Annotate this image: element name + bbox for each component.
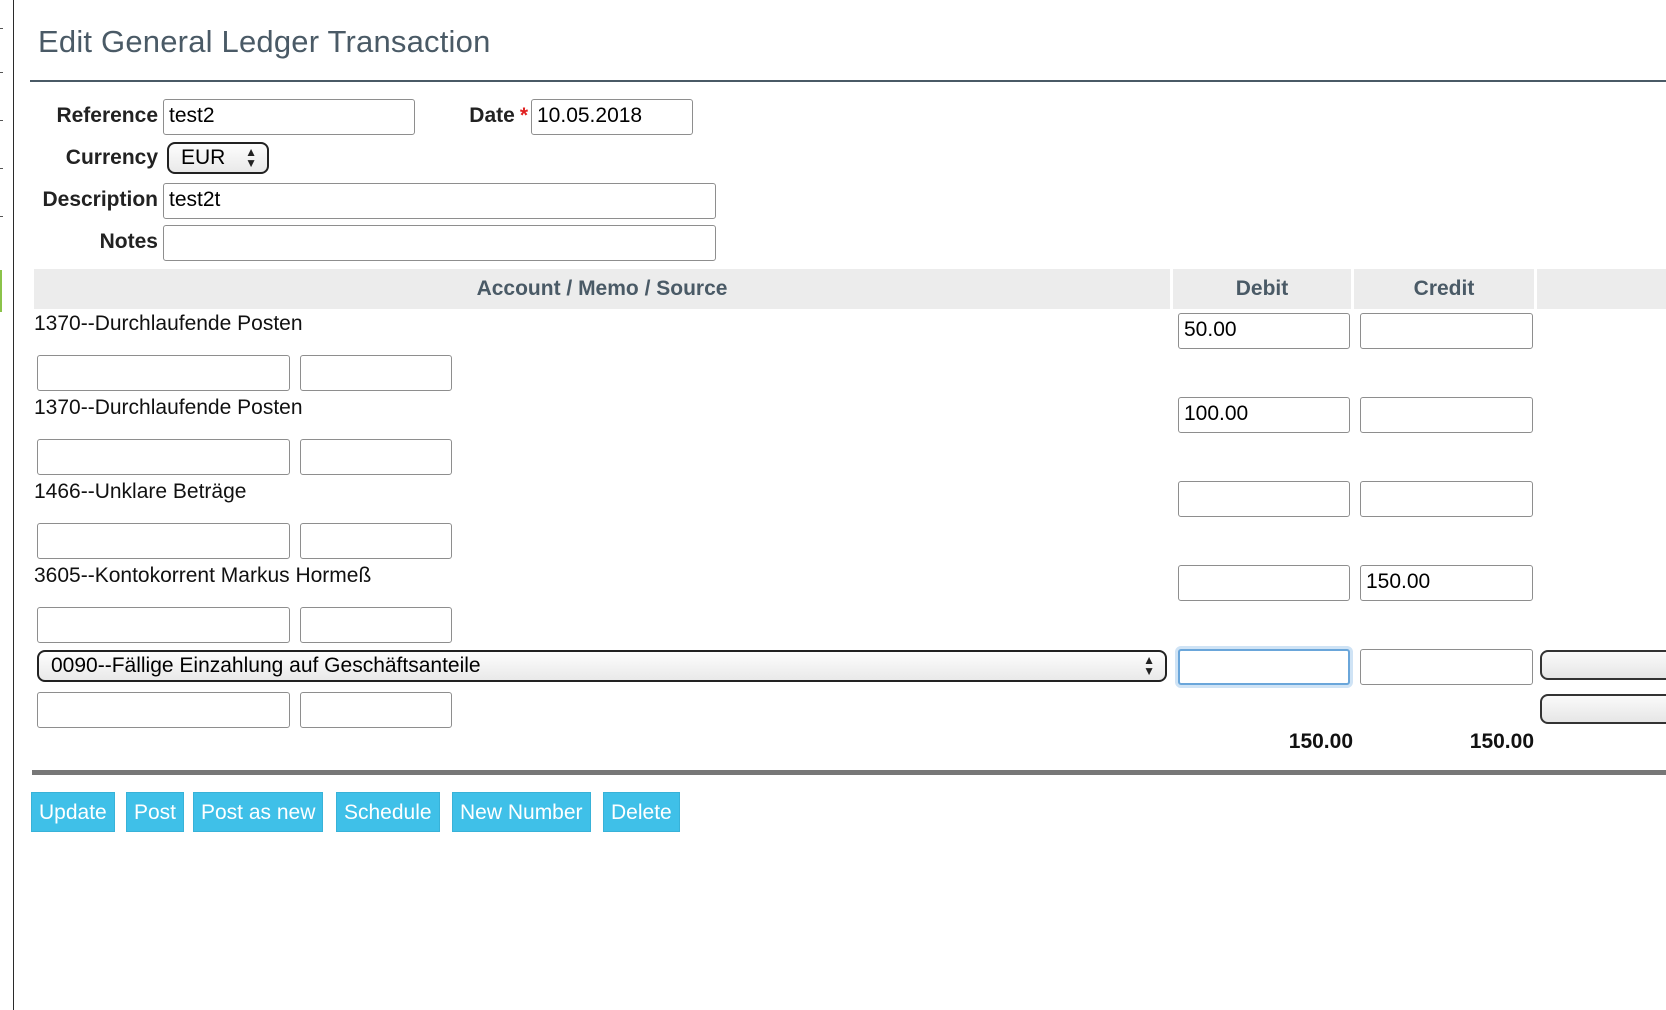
row-3-debit-input[interactable]: [1178, 481, 1350, 517]
left-frame-tick: [0, 120, 3, 121]
currency-label: Currency: [65, 146, 158, 169]
update-button[interactable]: Update: [31, 792, 115, 832]
row-1-account: 1370--Durchlaufende Posten: [34, 312, 303, 335]
page-title: Edit General Ledger Transaction: [38, 24, 491, 59]
row-3-account: 1466--Unklare Beträge: [34, 480, 247, 503]
left-frame-tick: [0, 168, 3, 169]
debit-total: 150.00: [1288, 730, 1353, 753]
currency-select-value: EUR: [181, 146, 226, 169]
description-input[interactable]: test2t: [163, 183, 716, 219]
row-1-debit-input[interactable]: 50.00: [1178, 313, 1350, 349]
row-3-source-input[interactable]: [300, 523, 452, 559]
reference-label: Reference: [56, 104, 158, 127]
row-4-source-input[interactable]: [300, 607, 452, 643]
new-row-account-select[interactable]: 0090--Fällige Einzahlung auf Geschäftsan…: [37, 650, 1167, 682]
post-button[interactable]: Post: [126, 792, 185, 832]
row-2-debit-input[interactable]: 100.00: [1178, 397, 1350, 433]
new-number-button[interactable]: New Number: [452, 792, 591, 832]
delete-button[interactable]: Delete: [603, 792, 680, 832]
column-header-debit: Debit: [1173, 269, 1351, 309]
description-label: Description: [42, 188, 158, 211]
left-frame-tick: [0, 216, 3, 217]
totals-divider: [32, 770, 1666, 775]
row-2-account: 1370--Durchlaufende Posten: [34, 396, 303, 419]
new-row-source-input[interactable]: [300, 692, 452, 728]
reference-input[interactable]: test2: [163, 99, 415, 135]
notes-input[interactable]: [163, 225, 716, 261]
row-2-memo-input[interactable]: [37, 439, 290, 475]
row-3-memo-input[interactable]: [37, 523, 290, 559]
new-row-secondary-button[interactable]: [1540, 694, 1666, 724]
row-2-source-input[interactable]: [300, 439, 452, 475]
up-down-arrows-icon: ▲ ▼: [1143, 653, 1155, 678]
new-row-memo-input[interactable]: [37, 692, 290, 728]
date-label: Date *: [440, 104, 528, 128]
up-down-arrows-icon: ▲ ▼: [245, 145, 257, 170]
left-frame-tick: [0, 28, 3, 29]
row-1-source-input[interactable]: [300, 355, 452, 391]
row-1-credit-input[interactable]: [1360, 313, 1533, 349]
column-header-extra: [1537, 269, 1666, 309]
left-frame-border: [13, 0, 14, 1010]
row-3-credit-input[interactable]: [1360, 481, 1533, 517]
post-as-new-button[interactable]: Post as new: [193, 792, 324, 832]
row-4-debit-input[interactable]: [1178, 565, 1350, 601]
new-row-account-select-value: 0090--Fällige Einzahlung auf Geschäftsan…: [51, 654, 481, 677]
column-header-account: Account / Memo / Source: [34, 269, 1170, 309]
credit-total: 150.00: [1469, 730, 1534, 753]
row-4-credit-input[interactable]: 150.00: [1360, 565, 1533, 601]
date-label-text: Date: [469, 104, 515, 127]
notes-label: Notes: [99, 230, 158, 253]
date-input[interactable]: 10.05.2018: [531, 99, 693, 135]
new-row-debit-input[interactable]: [1178, 649, 1350, 685]
required-marker: *: [519, 104, 528, 127]
app-root: Edit General Ledger Transaction Referenc…: [0, 0, 1666, 1010]
row-2-credit-input[interactable]: [1360, 397, 1533, 433]
title-divider: [30, 80, 1666, 82]
row-4-memo-input[interactable]: [37, 607, 290, 643]
row-1-memo-input[interactable]: [37, 355, 290, 391]
left-frame-tick: [0, 72, 3, 73]
left-frame-highlight: [0, 270, 2, 312]
new-row-action-button[interactable]: [1540, 650, 1666, 680]
currency-select[interactable]: EUR ▲ ▼: [167, 142, 269, 174]
new-row-credit-input[interactable]: [1360, 649, 1533, 685]
column-header-credit: Credit: [1354, 269, 1534, 309]
schedule-button[interactable]: Schedule: [336, 792, 440, 832]
row-4-account: 3605--Kontokorrent Markus Hormeß: [34, 564, 372, 587]
